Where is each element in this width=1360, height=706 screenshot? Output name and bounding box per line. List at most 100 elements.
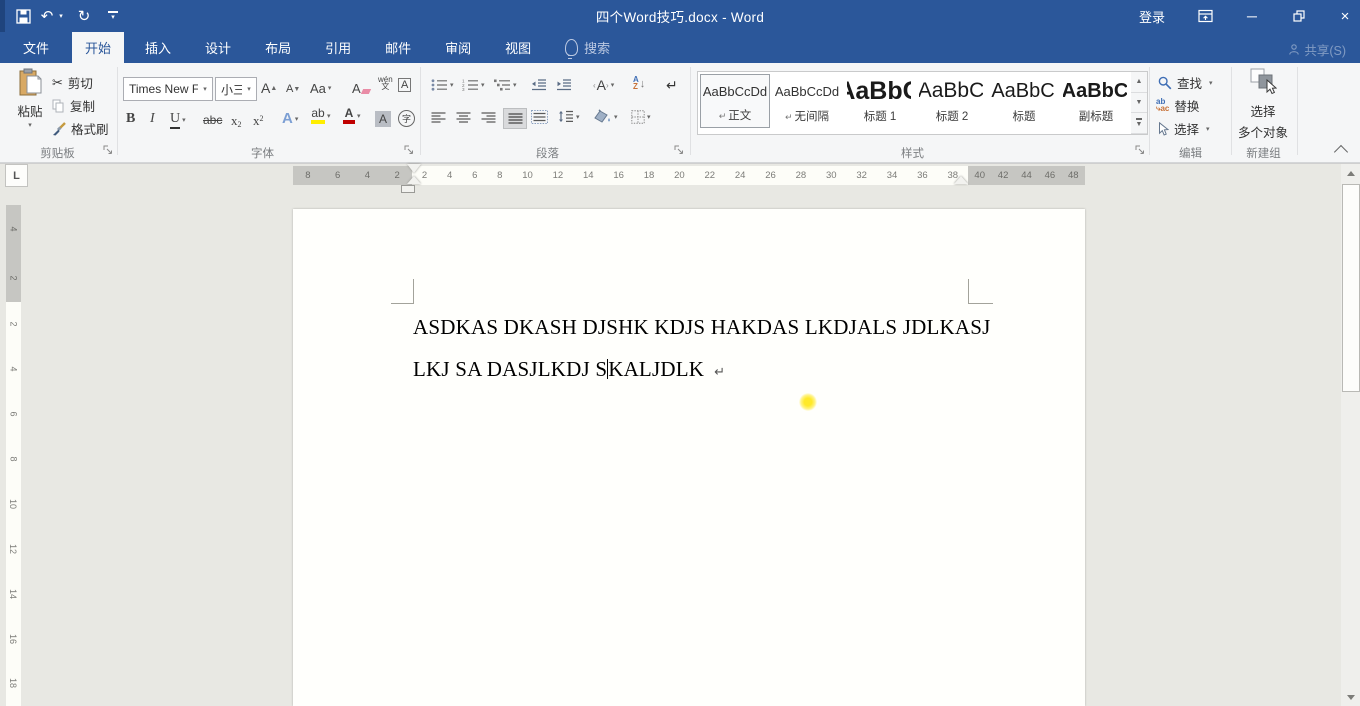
- style-item[interactable]: AaBbC 标题: [988, 74, 1058, 128]
- ribbon-tab[interactable]: 审阅: [432, 32, 484, 63]
- format-painter-button[interactable]: 格式刷: [52, 119, 109, 138]
- share-button[interactable]: 共享(S): [1289, 40, 1346, 59]
- strikethrough-icon: abc: [203, 113, 222, 127]
- font-dialog-launcher[interactable]: [404, 145, 416, 157]
- ruler-number: 8: [305, 170, 310, 181]
- vertical-ruler-margin[interactable]: 42: [6, 205, 21, 302]
- bold-button[interactable]: B: [126, 111, 135, 127]
- enclose-characters-icon: 字: [398, 110, 415, 127]
- strikethrough-button[interactable]: abc: [203, 113, 222, 127]
- multilevel-list-button[interactable]: ▾: [494, 79, 517, 91]
- text-effects-button[interactable]: A▾: [282, 110, 298, 127]
- line-spacing-button[interactable]: ▾: [558, 110, 580, 123]
- paste-button[interactable]: 粘贴 ▾: [8, 68, 52, 129]
- decrease-indent-button[interactable]: [531, 79, 547, 91]
- minimize-button[interactable]: ─: [1238, 0, 1266, 32]
- document-text-line-2[interactable]: LKJ SA DASJLKDJ SKALJDLK↵: [413, 357, 725, 382]
- styles-scroll-up-button[interactable]: ▲: [1131, 72, 1147, 93]
- select-button[interactable]: 选择 ▾: [1158, 119, 1210, 138]
- clear-formatting-button[interactable]: A: [352, 77, 370, 99]
- subscript-button[interactable]: x2: [231, 113, 242, 129]
- styles-more-button[interactable]: ▼: [1131, 113, 1147, 134]
- align-center-button[interactable]: [456, 112, 471, 123]
- collapse-ribbon-button[interactable]: [1336, 147, 1346, 157]
- right-indent-marker[interactable]: [954, 176, 968, 184]
- close-button[interactable]: ×: [1331, 0, 1359, 32]
- italic-button[interactable]: I: [150, 111, 155, 127]
- tab-label: 搜索: [584, 38, 610, 57]
- ribbon-tab[interactable]: 搜索: [552, 32, 623, 63]
- ribbon-tab[interactable]: 文件: [8, 32, 64, 63]
- style-item[interactable]: AaBbCcDd ↵无间隔: [772, 74, 842, 128]
- phonetic-guide-button[interactable]: wén 文: [378, 76, 393, 90]
- tab-stop-selector[interactable]: L: [5, 164, 28, 187]
- scrollbar-thumb[interactable]: [1342, 184, 1360, 392]
- replace-button[interactable]: ab⤷ac 替换: [1156, 96, 1199, 115]
- text-run: ASDKAS DKASH DJSHK KDJS HAKDAS LKDJALS J…: [413, 315, 990, 339]
- numbering-button[interactable]: 123 ▾: [462, 79, 485, 91]
- ribbon-tab[interactable]: 布局: [252, 32, 304, 63]
- style-item[interactable]: AaBbC 标题 2: [916, 74, 986, 128]
- style-item[interactable]: AaBbC 副标题: [1060, 74, 1130, 128]
- customize-qat-button[interactable]: ▾: [104, 0, 122, 32]
- ruler-number: 14: [8, 589, 18, 599]
- font-size-combobox[interactable]: 小三 ▾: [215, 77, 257, 101]
- enclose-characters-button[interactable]: 字: [398, 110, 415, 127]
- bullets-button[interactable]: ▾: [431, 79, 454, 91]
- select-multiple-objects-button[interactable]: 选择 多个对象: [1232, 67, 1294, 141]
- shrink-font-button[interactable]: A▼: [286, 79, 300, 99]
- signin-button[interactable]: 登录: [1128, 0, 1176, 32]
- share-label: 共享(S): [1304, 40, 1346, 59]
- highlight-color-button[interactable]: ab ▾: [311, 107, 331, 124]
- ribbon-tab[interactable]: 邮件: [372, 32, 424, 63]
- show-hide-marks-button[interactable]: ↵: [666, 77, 678, 94]
- superscript-button[interactable]: x2: [253, 113, 264, 129]
- left-indent-marker[interactable]: [401, 185, 415, 193]
- ribbon-tab[interactable]: 插入: [132, 32, 184, 63]
- borders-button[interactable]: ▾: [631, 110, 651, 124]
- save-button[interactable]: [12, 0, 34, 32]
- align-right-button[interactable]: [481, 112, 496, 123]
- styles-dialog-launcher[interactable]: [1135, 145, 1147, 157]
- clipboard-dialog-launcher[interactable]: [103, 145, 115, 157]
- scroll-down-button[interactable]: [1341, 688, 1360, 706]
- first-line-indent-marker[interactable]: [407, 164, 421, 173]
- ribbon-tab[interactable]: 视图: [492, 32, 544, 63]
- justify-button[interactable]: [503, 108, 527, 129]
- font-name-combobox[interactable]: Times New F ▾: [123, 77, 213, 101]
- vertical-ruler[interactable]: 24681012141618: [6, 302, 21, 706]
- copy-button[interactable]: 复制: [52, 96, 95, 115]
- cut-button[interactable]: ✂ 剪切: [52, 73, 93, 92]
- ribbon-tab[interactable]: 开始: [72, 32, 124, 63]
- sort-button[interactable]: A Z ↓: [633, 77, 645, 90]
- asian-layout-button[interactable]: ‹ A ›▾: [593, 77, 614, 93]
- change-case-button[interactable]: Aa▾: [310, 77, 331, 99]
- find-button[interactable]: 查找 ▾: [1158, 73, 1213, 92]
- distribute-button[interactable]: [531, 110, 548, 124]
- underline-button[interactable]: U▾: [170, 111, 186, 129]
- style-item[interactable]: AaBbCcDd ↵正文: [700, 74, 770, 128]
- vertical-scrollbar[interactable]: [1341, 164, 1360, 706]
- align-left-button[interactable]: [431, 112, 446, 123]
- shading-button[interactable]: ▾: [594, 109, 618, 124]
- redo-button[interactable]: ↻: [74, 0, 94, 32]
- ribbon-tab[interactable]: 引用: [312, 32, 364, 63]
- character-shading-button[interactable]: A: [375, 111, 391, 127]
- style-item[interactable]: AaBbC 标题 1: [844, 74, 914, 128]
- paragraph-dialog-launcher[interactable]: [674, 145, 686, 157]
- document-text-line-1[interactable]: ASDKAS DKASH DJSHK KDJS HAKDAS LKDJALS J…: [413, 315, 990, 340]
- undo-button[interactable]: ↶: [38, 0, 56, 32]
- styles-scroll-down-button[interactable]: ▼: [1131, 93, 1147, 114]
- increase-indent-button[interactable]: [556, 79, 572, 91]
- ribbon-display-options-button[interactable]: [1192, 0, 1218, 32]
- font-color-button[interactable]: A ▾: [343, 107, 361, 124]
- ribbon-tab[interactable]: 设计: [192, 32, 244, 63]
- ruler-number: 10: [522, 170, 533, 181]
- grow-font-button[interactable]: A▲: [261, 77, 277, 99]
- restore-button[interactable]: [1285, 0, 1313, 32]
- hanging-indent-marker[interactable]: [407, 176, 421, 184]
- scroll-up-button[interactable]: [1341, 164, 1360, 182]
- ruler-number: 24: [735, 170, 746, 181]
- undo-dropdown[interactable]: ▾: [56, 0, 66, 32]
- character-border-button[interactable]: A: [398, 78, 411, 92]
